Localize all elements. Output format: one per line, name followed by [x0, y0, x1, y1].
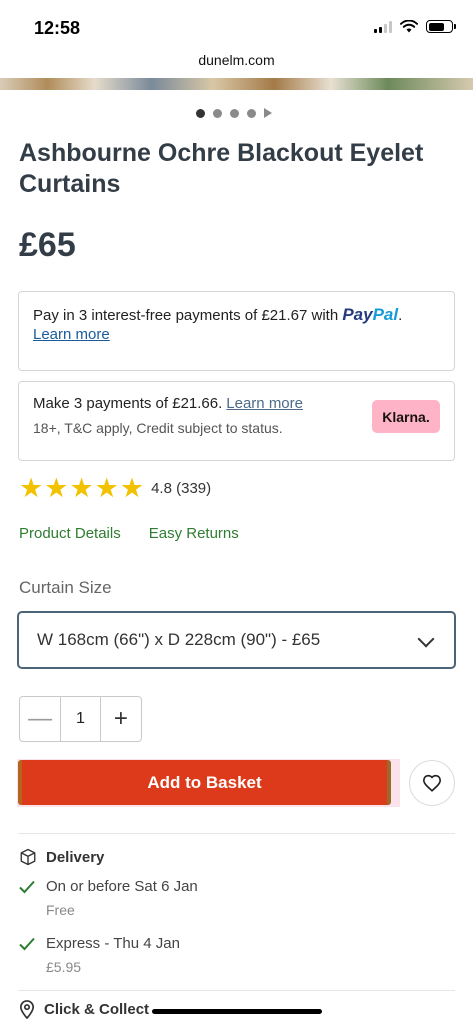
check-icon	[19, 880, 35, 893]
box-icon	[20, 848, 36, 866]
divider	[18, 990, 455, 991]
add-to-basket-wrapper: Add to Basket	[17, 759, 400, 807]
add-to-basket-button[interactable]: Add to Basket	[18, 760, 391, 805]
wifi-icon	[400, 20, 418, 33]
delivery-option-title: Express - Thu 4 Jan	[46, 935, 180, 952]
click-collect-heading: Click & Collect	[19, 1000, 149, 1019]
paypal-pay-in-3-card: Pay in 3 interest-free payments of £21.6…	[18, 291, 455, 371]
status-time: 12:58	[34, 18, 81, 38]
battery-icon	[426, 20, 456, 33]
quantity-stepper: — 1 +	[19, 696, 142, 742]
star-icon: ★	[119, 473, 145, 503]
product-title: Ashbourne Ochre Blackout Eyelet Curtains	[19, 139, 424, 198]
klarna-message: Make 3 payments of £21.66.	[33, 395, 223, 412]
info-links: Product Details Easy Returns	[19, 525, 239, 542]
check-icon	[19, 937, 35, 950]
carousel-dot[interactable]	[247, 108, 256, 118]
easy-returns-link[interactable]: Easy Returns	[149, 525, 239, 542]
product-image[interactable]	[0, 78, 473, 90]
product-details-link[interactable]: Product Details	[19, 525, 121, 542]
quantity-value[interactable]: 1	[60, 697, 101, 741]
product-rating[interactable]: ★ ★ ★ ★ ★ 4.8 (339)	[19, 475, 211, 502]
star-icon: ★	[19, 473, 44, 503]
image-carousel-dots[interactable]	[196, 108, 272, 118]
url-bar[interactable]: dunelm.com	[0, 52, 473, 68]
delivery-option-title: On or before Sat 6 Jan	[46, 878, 198, 895]
delivery-option-price: Free	[46, 902, 75, 918]
delivery-option: On or before Sat 6 Jan Free	[19, 878, 198, 918]
status-icons	[374, 20, 456, 33]
star-icon: ★	[69, 473, 94, 503]
home-indicator	[152, 1009, 322, 1014]
delivery-option-price: £5.95	[46, 959, 82, 975]
location-pin-icon	[19, 1000, 35, 1019]
klarna-logo: Klarna.	[372, 400, 440, 433]
product-price: £65	[19, 226, 76, 264]
heart-icon	[422, 774, 442, 792]
review-count: (339)	[176, 480, 212, 497]
carousel-dot[interactable]	[230, 108, 239, 118]
decrease-quantity-button[interactable]: —	[20, 697, 60, 741]
wishlist-button[interactable]	[409, 760, 455, 806]
klarna-card: Make 3 payments of £21.66. Learn more 18+…	[18, 381, 455, 461]
carousel-dot[interactable]	[196, 108, 205, 118]
curtain-size-label: Curtain Size	[19, 578, 112, 597]
status-bar: 12:58	[0, 0, 473, 52]
paypal-learn-more-link[interactable]: Learn more	[33, 326, 110, 343]
star-icon: ★	[94, 473, 119, 503]
chevron-down-icon	[417, 630, 435, 648]
paypal-message: Pay in 3 interest-free payments of £21.6…	[33, 307, 339, 324]
rating-value: 4.8	[151, 480, 172, 497]
paypal-logo: PayPal	[342, 305, 399, 324]
divider	[18, 833, 455, 834]
curtain-size-select[interactable]: W 168cm (66") x D 228cm (90") - £65	[17, 611, 456, 669]
carousel-next-icon[interactable]	[264, 108, 272, 118]
cellular-signal-icon	[374, 20, 392, 33]
delivery-option: Express - Thu 4 Jan £5.95	[19, 935, 180, 975]
increase-quantity-button[interactable]: +	[101, 697, 141, 741]
carousel-dot[interactable]	[213, 108, 222, 118]
delivery-heading: Delivery	[19, 848, 104, 866]
klarna-learn-more-link[interactable]: Learn more	[226, 395, 303, 412]
star-icon: ★	[44, 473, 69, 503]
selected-size: W 168cm (66") x D 228cm (90") - £65	[37, 630, 321, 649]
